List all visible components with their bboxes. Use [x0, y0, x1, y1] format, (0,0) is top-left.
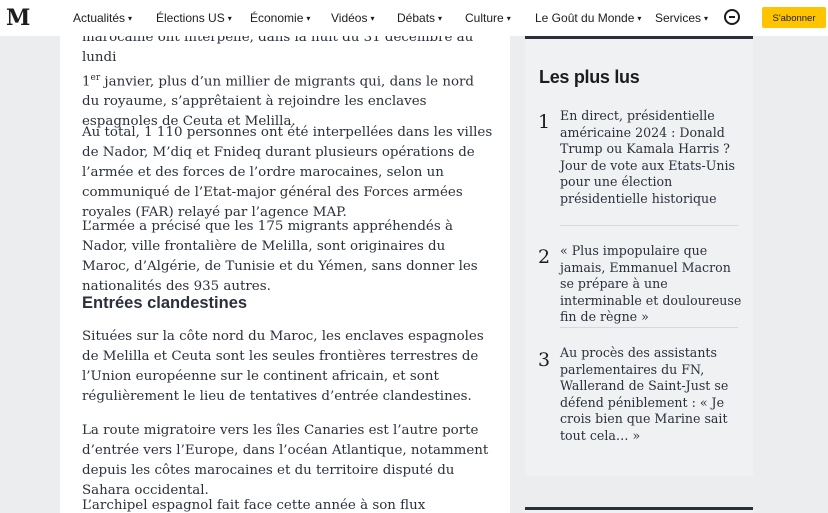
- chevron-down-icon: ▾: [637, 14, 642, 23]
- most-read-item-3[interactable]: Au procès des assistants parlementaires …: [560, 345, 742, 444]
- nav-item-actualites[interactable]: Actualités ▾: [73, 0, 132, 36]
- nav-item-debats[interactable]: Débats ▾: [397, 0, 442, 36]
- chevron-down-icon: ▾: [438, 14, 443, 23]
- paragraph-text: 1: [82, 74, 91, 90]
- most-read-item-2[interactable]: « Plus impopulaire que jamais, Emmanuel …: [560, 243, 742, 326]
- nav-item-services[interactable]: Services ▾: [655, 0, 708, 36]
- chevron-down-icon: ▾: [704, 14, 709, 23]
- article-paragraph: Au total, 1 110 personnes ont été interp…: [82, 125, 493, 220]
- most-read-panel: Les plus lus 1 En direct, présidentielle…: [525, 36, 753, 476]
- rank-number: 1: [538, 111, 551, 133]
- paragraph-text: janvier, plus d’un millier de migrants q…: [82, 74, 474, 130]
- article-paragraph: La route migratoire vers les îles Canari…: [82, 423, 489, 498]
- nav-item-economie[interactable]: Économie ▾: [250, 0, 310, 36]
- superscript: er: [90, 73, 101, 83]
- nav-label: Services: [655, 11, 702, 25]
- nav-label: Le Goût du Monde: [535, 11, 635, 25]
- nav-item-culture[interactable]: Culture ▾: [465, 0, 511, 36]
- le-monde-logo[interactable]: M: [6, 5, 30, 31]
- article-body: marocaine ont interpellé, dans la nuit d…: [60, 36, 510, 513]
- next-sidebar-block: [525, 507, 753, 513]
- nav-label: Culture: [465, 11, 504, 25]
- paragraph-text: marocaine ont interpellé, dans la nuit d…: [82, 36, 474, 65]
- subscribe-button[interactable]: S'abonner: [762, 7, 826, 28]
- chevron-down-icon: ▾: [227, 14, 232, 23]
- rank-number: 3: [538, 349, 551, 371]
- nav-label: Élections US: [156, 11, 225, 25]
- nav-label: Actualités: [73, 11, 126, 25]
- chevron-down-icon: ▾: [370, 14, 375, 23]
- chevron-down-icon: ▾: [128, 14, 133, 23]
- article-paragraph: L’archipel espagnol fait face cette anné…: [82, 498, 426, 513]
- nav-item-elections-us[interactable]: Élections US ▾: [156, 0, 232, 36]
- top-navigation-bar: M Actualités ▾ Élections US ▾ Économie ▾ Vi…: [0, 0, 828, 36]
- article-paragraph: marocaine ont interpellé, dans la nuit d…: [82, 36, 494, 132]
- nav-item-videos[interactable]: Vidéos ▾: [331, 0, 375, 36]
- section-heading: Entrées clandestines: [82, 294, 248, 312]
- nav-label: Économie: [250, 11, 304, 25]
- article-paragraph: Situées sur la côte nord du Maroc, les e…: [82, 329, 484, 404]
- divider: [560, 327, 738, 328]
- nav-label: Vidéos: [331, 11, 368, 25]
- rank-number: 2: [538, 246, 551, 268]
- most-read-title: Les plus lus: [539, 67, 640, 87]
- nav-label: Débats: [397, 11, 436, 25]
- divider: [560, 225, 738, 226]
- account-icon[interactable]: [724, 9, 740, 25]
- chevron-down-icon: ▾: [506, 14, 511, 23]
- most-read-item-1[interactable]: En direct, présidentielle américaine 202…: [560, 108, 742, 207]
- article-paragraph: L’armée a précisé que les 175 migrants a…: [82, 219, 478, 294]
- chevron-down-icon: ▾: [306, 14, 311, 23]
- nav-item-gout-du-monde[interactable]: Le Goût du Monde ▾: [535, 0, 641, 36]
